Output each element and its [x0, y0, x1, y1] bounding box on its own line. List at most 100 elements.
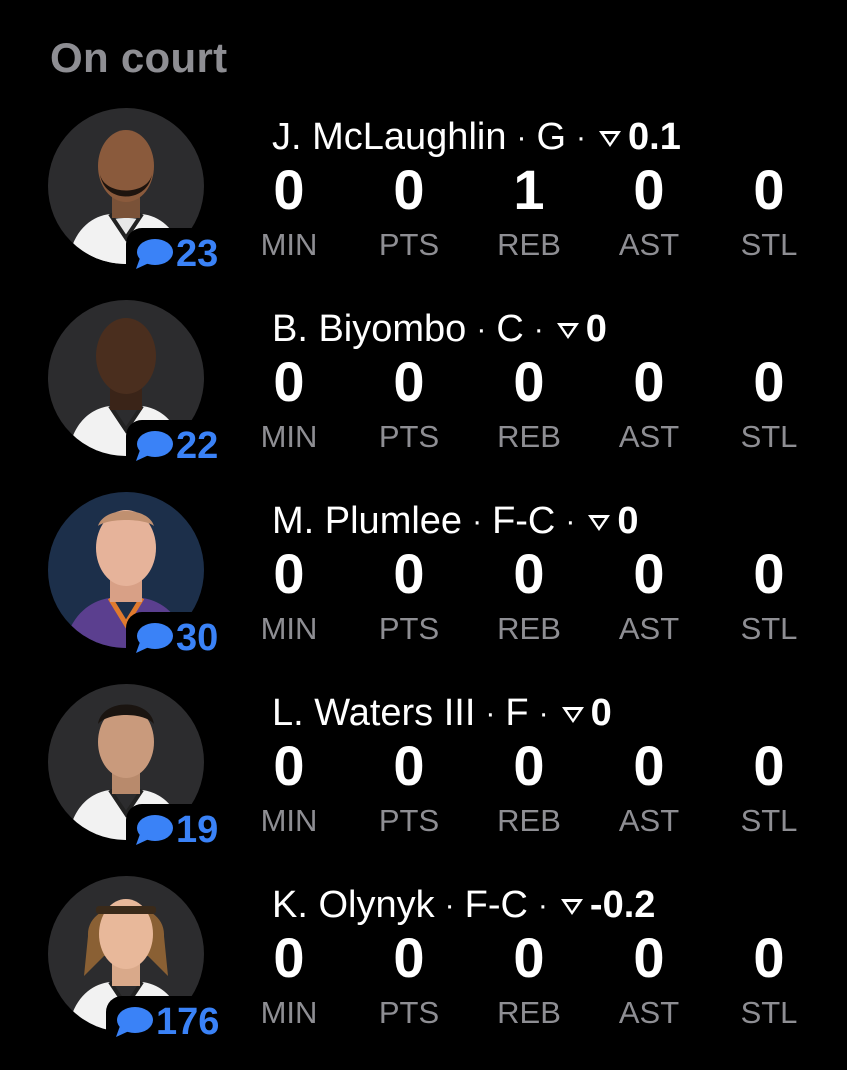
stat-value: 0 [393, 158, 425, 221]
player-info[interactable]: K. Olynyk · F-C · -0.2 [272, 884, 655, 927]
comment-count: 176 [156, 1000, 220, 1043]
stat-label: AST [618, 803, 680, 838]
player-position: C [496, 308, 524, 350]
stat-label: PTS [378, 611, 440, 646]
rating-chevron-icon [588, 514, 611, 531]
stat-label: PTS [378, 419, 440, 454]
speech-bubble-icon [116, 1007, 153, 1037]
player-position: F-C [464, 884, 528, 926]
stat-label: PTS [378, 995, 440, 1030]
stat-label: AST [618, 611, 680, 646]
player-row-mclaughlin[interactable]: 23 J. McLaughlin · G · 0.1 0 MIN 0 PTS 1 RE… [0, 108, 847, 300]
stat-label: PTS [378, 803, 440, 838]
stat-value: 0 [273, 542, 305, 605]
stat-value: 0 [753, 158, 785, 221]
player-info[interactable]: J. McLaughlin · G · 0.1 [272, 116, 681, 159]
rating-chevron-icon [560, 898, 583, 915]
player-rating: -0.2 [589, 884, 656, 926]
stat-value: 0 [633, 542, 665, 605]
player-rating: 0 [585, 308, 607, 350]
stat-label: REB [497, 611, 561, 646]
stat-value: 0 [633, 350, 665, 413]
separator-dot: · [533, 312, 544, 346]
stat-label: MIN [260, 995, 318, 1030]
comment-count: 23 [176, 232, 219, 275]
separator-dot: · [476, 312, 487, 346]
separator-dot: · [565, 504, 576, 538]
stat-value: 0 [393, 734, 425, 797]
player-name: J. McLaughlin [272, 116, 507, 158]
player-position: F [505, 692, 529, 734]
stat-label: REB [497, 803, 561, 838]
stat-value: 0 [633, 158, 665, 221]
player-row-waters[interactable]: 19 L. Waters III · F · 0 0 MIN 0 PTS 0 REB … [0, 684, 847, 876]
speech-bubble-icon [136, 431, 173, 461]
player-row-biyombo[interactable]: 22 B. Biyombo · C · 0 0 MIN 0 PTS 0 REB 0 AS… [0, 300, 847, 492]
player-position: F-C [492, 500, 556, 542]
stat-label: STL [740, 803, 798, 838]
separator-dot: · [472, 504, 483, 538]
comment-badge[interactable]: 30 [126, 612, 221, 664]
separator-dot: · [485, 696, 496, 730]
rating-chevron-icon [556, 322, 579, 339]
stat-label: MIN [260, 227, 318, 262]
stat-label: MIN [260, 803, 318, 838]
rating-chevron-icon [599, 130, 622, 147]
stat-label: STL [740, 227, 798, 262]
stat-value: 0 [633, 734, 665, 797]
player-name: B. Biyombo [272, 308, 467, 350]
separator-dot: · [537, 888, 548, 922]
rating-chevron-icon [561, 706, 584, 723]
stat-label: REB [497, 995, 561, 1030]
stat-value: 0 [273, 734, 305, 797]
comment-count: 30 [176, 616, 219, 659]
player-row-olynyk[interactable]: 176 K. Olynyk · F-C · -0.2 0 MIN 0 PTS 0 RE… [0, 876, 847, 1068]
separator-dot: · [444, 888, 455, 922]
stat-value: 0 [753, 350, 785, 413]
stat-value: 0 [393, 926, 425, 989]
player-name: L. Waters III [272, 692, 476, 734]
stat-value: 0 [513, 926, 545, 989]
stat-label: REB [497, 227, 561, 262]
stat-value: 0 [513, 734, 545, 797]
player-rating: 0 [590, 692, 612, 734]
separator-dot: · [538, 696, 549, 730]
comment-badge[interactable]: 23 [126, 228, 221, 280]
stat-label: STL [740, 995, 798, 1030]
stat-label: PTS [378, 227, 440, 262]
player-row-plumlee[interactable]: 30 M. Plumlee · F-C · 0 0 MIN 0 PTS 0 REB 0… [0, 492, 847, 684]
comment-count: 19 [176, 808, 219, 851]
stat-value: 0 [753, 926, 785, 989]
player-rating: 0 [617, 500, 639, 542]
player-name: K. Olynyk [272, 884, 435, 926]
stat-label: REB [497, 419, 561, 454]
stat-value: 0 [633, 926, 665, 989]
speech-bubble-icon [136, 815, 173, 845]
stat-label: MIN [260, 419, 318, 454]
stat-label: STL [740, 419, 798, 454]
stat-value: 0 [513, 542, 545, 605]
player-info[interactable]: M. Plumlee · F-C · 0 [272, 500, 639, 543]
stat-value: 0 [273, 158, 305, 221]
stat-label: AST [618, 995, 680, 1030]
stat-label: AST [618, 419, 680, 454]
stat-label: MIN [260, 611, 318, 646]
stat-value: 0 [513, 350, 545, 413]
stat-value: 0 [393, 350, 425, 413]
player-info[interactable]: B. Biyombo · C · 0 [272, 308, 607, 351]
player-name: M. Plumlee [272, 500, 463, 542]
player-info[interactable]: L. Waters III · F · 0 [272, 692, 612, 735]
stat-label: AST [618, 227, 680, 262]
stat-value: 1 [513, 158, 545, 221]
player-rating: 0.1 [628, 116, 681, 158]
stat-value: 0 [273, 350, 305, 413]
comment-badge[interactable]: 22 [126, 420, 221, 472]
comment-badge[interactable]: 19 [126, 804, 221, 856]
separator-dot: · [516, 120, 527, 154]
comment-count: 22 [176, 424, 219, 467]
comment-badge[interactable]: 176 [106, 996, 222, 1048]
speech-bubble-icon [136, 239, 173, 269]
stat-value: 0 [273, 926, 305, 989]
stat-label: STL [740, 611, 798, 646]
stat-value: 0 [753, 542, 785, 605]
